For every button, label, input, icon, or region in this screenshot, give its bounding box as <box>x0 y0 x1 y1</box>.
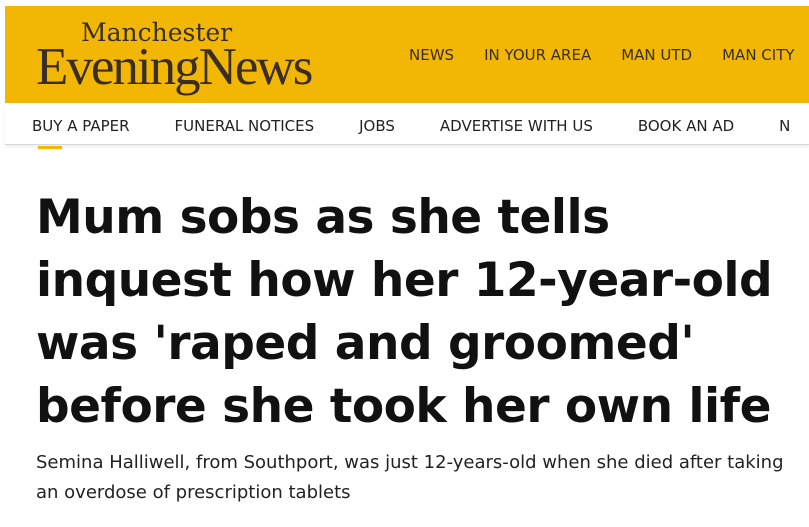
secondary-nav: BUY A PAPER FUNERAL NOTICES JOBS ADVERTI… <box>5 103 809 145</box>
nav-link-in-your-area[interactable]: IN YOUR AREA <box>484 46 591 64</box>
main-nav: NEWS IN YOUR AREA MAN UTD MAN CITY <box>409 46 809 64</box>
article-standfirst: Semina Halliwell, from Southport, was ju… <box>36 452 784 503</box>
nav-link-news[interactable]: NEWS <box>409 46 454 64</box>
secnav-item-funeral-notices[interactable]: FUNERAL NOTICES <box>175 117 315 135</box>
secnav-item-truncated[interactable]: N <box>779 117 790 135</box>
secnav-item-advertise[interactable]: ADVERTISE WITH US <box>440 117 593 135</box>
secnav-item-jobs[interactable]: JOBS <box>359 117 395 135</box>
site-header: Manchester EveningNews NEWS IN YOUR AREA… <box>5 6 809 103</box>
logo-text-main: EveningNews <box>36 38 313 96</box>
site-logo[interactable]: Manchester EveningNews <box>36 20 313 96</box>
nav-link-man-utd[interactable]: MAN UTD <box>621 46 692 64</box>
secnav-item-buy-a-paper[interactable]: BUY A PAPER <box>32 117 130 135</box>
nav-link-man-city[interactable]: MAN CITY <box>722 46 794 64</box>
section-accent-bar <box>38 146 62 149</box>
article-headline: Mum sobs as she tells inquest how her 12… <box>36 190 773 434</box>
secnav-item-book-an-ad[interactable]: BOOK AN AD <box>638 117 734 135</box>
